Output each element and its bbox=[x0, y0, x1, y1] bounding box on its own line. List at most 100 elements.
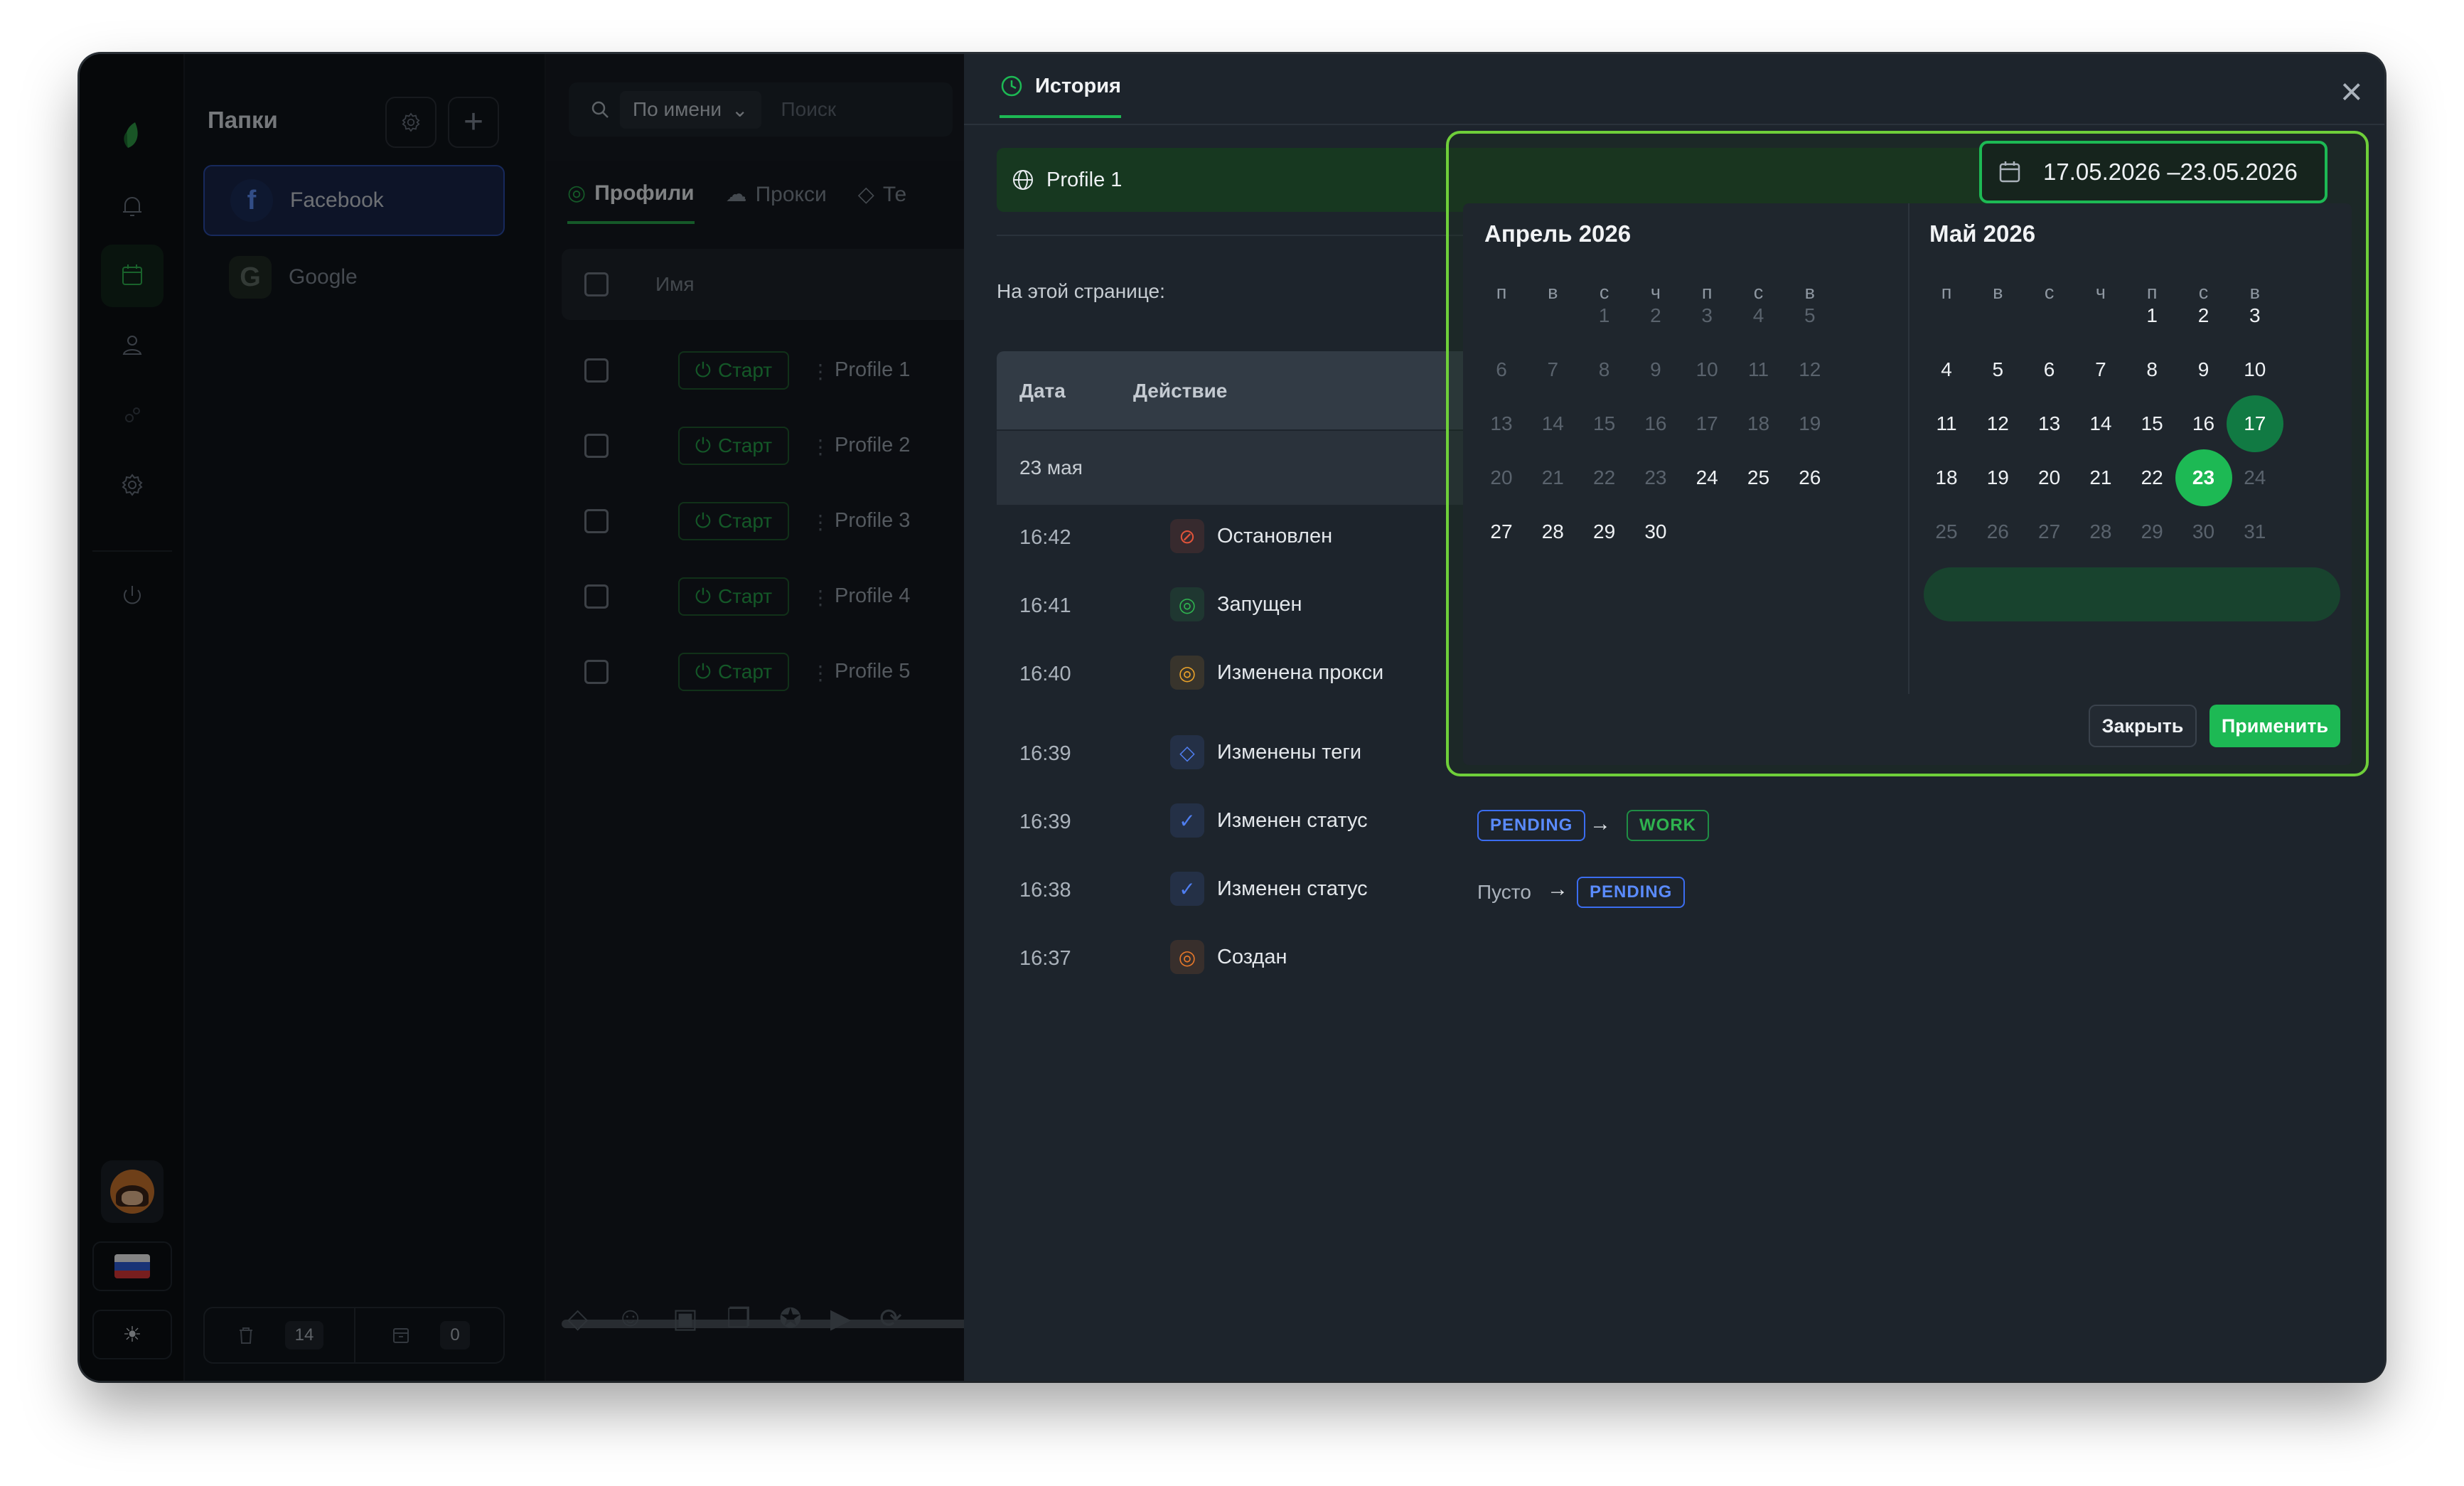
day-cell-april[interactable]: 9 bbox=[1627, 341, 1684, 398]
history-time: 16:39 bbox=[1019, 811, 1071, 833]
day-cell-april[interactable]: 16 bbox=[1627, 395, 1684, 452]
day-cell-may[interactable]: 18 bbox=[1918, 449, 1975, 506]
day-cell-april[interactable]: 7 bbox=[1524, 341, 1581, 398]
day-cell-may[interactable]: 11 bbox=[1918, 395, 1975, 452]
day-cell-may[interactable]: 3 bbox=[2227, 287, 2283, 344]
day-cell-may[interactable]: 20 bbox=[2021, 449, 2078, 506]
day-label: 23 мая bbox=[1019, 456, 1083, 479]
modal-overlay[interactable] bbox=[80, 54, 1044, 1381]
day-cell-april[interactable]: 12 bbox=[1782, 341, 1838, 398]
status-tag-pending: PENDING bbox=[1577, 877, 1686, 908]
day-cell-april[interactable]: 11 bbox=[1730, 341, 1787, 398]
history-action: ◎ Изменена прокси bbox=[1170, 656, 1383, 690]
day-cell-april[interactable]: 4 bbox=[1730, 287, 1787, 344]
day-cell-april[interactable]: 20 bbox=[1473, 449, 1530, 506]
day-cell-april[interactable]: 8 bbox=[1576, 341, 1633, 398]
day-cell-may[interactable]: 4 bbox=[1918, 341, 1975, 398]
day-cell-may[interactable]: 24 bbox=[2227, 449, 2283, 506]
day-cell-april[interactable]: 5 bbox=[1782, 287, 1838, 344]
day-cell-may[interactable]: 8 bbox=[2123, 341, 2180, 398]
weekday-label-right: ч bbox=[2095, 282, 2106, 303]
weekday-label-left: п bbox=[1496, 282, 1507, 303]
column-action: Действие bbox=[1133, 380, 1228, 402]
day-cell-may[interactable]: 29 bbox=[2123, 503, 2180, 560]
day-cell-may[interactable]: 13 bbox=[2021, 395, 2078, 452]
arrow-right-icon: → bbox=[1547, 877, 1568, 901]
weekday-label-right: с bbox=[2044, 282, 2055, 303]
day-cell-april[interactable]: 18 bbox=[1730, 395, 1787, 452]
day-cell-may[interactable]: 31 bbox=[2227, 503, 2283, 560]
history-tab-label: История bbox=[1035, 74, 1121, 97]
day-cell-april[interactable]: 26 bbox=[1782, 449, 1838, 506]
day-cell-april[interactable]: 3 bbox=[1678, 287, 1735, 344]
history-action-label: Изменена прокси bbox=[1217, 661, 1384, 684]
empty-status-label: Пусто bbox=[1477, 881, 1531, 903]
history-table-header: Дата Действие bbox=[997, 351, 1487, 429]
day-cell-may[interactable]: 10 bbox=[2227, 341, 2283, 398]
day-cell-april[interactable]: 6 bbox=[1473, 341, 1530, 398]
day-cell-april[interactable]: 10 bbox=[1678, 341, 1735, 398]
day-cell-may[interactable]: 21 bbox=[2072, 449, 2129, 506]
range-start-day[interactable]: 17 bbox=[2226, 395, 2283, 452]
globe-stop-icon: ⊘ bbox=[1170, 519, 1204, 553]
day-cell-may[interactable]: 7 bbox=[2072, 341, 2129, 398]
day-cell-april[interactable]: 30 bbox=[1627, 503, 1684, 560]
history-action: ◎ Создан bbox=[1170, 940, 1287, 974]
day-cell-april[interactable]: 22 bbox=[1576, 449, 1633, 506]
day-cell-april[interactable]: 28 bbox=[1524, 503, 1581, 560]
day-cell-april[interactable]: 13 bbox=[1473, 395, 1530, 452]
close-panel-button[interactable]: × bbox=[2340, 73, 2363, 111]
day-cell-may[interactable]: 14 bbox=[2072, 395, 2129, 452]
weekday-label-right: в bbox=[1993, 282, 2003, 303]
tab-history[interactable]: История bbox=[1000, 74, 1121, 118]
calendar-icon bbox=[1999, 161, 2020, 183]
day-cell-may[interactable]: 1 bbox=[2123, 287, 2180, 344]
day-cell-april[interactable]: 1 bbox=[1576, 287, 1633, 344]
date-range-value: 17.05.2026 –23.05.2026 bbox=[2043, 159, 2298, 185]
history-row: 16:37 ◎ Создан bbox=[997, 926, 1850, 994]
day-cell-may[interactable]: 26 bbox=[1969, 503, 2026, 560]
day-cell-may[interactable]: 25 bbox=[1918, 503, 1975, 560]
status-tag-work: WORK bbox=[1627, 810, 1709, 841]
right-month-title: Май 2026 bbox=[1929, 220, 2036, 247]
date-range-input[interactable]: 17.05.2026 –23.05.2026 bbox=[1979, 141, 2328, 203]
day-cell-april[interactable]: 2 bbox=[1627, 287, 1684, 344]
day-cell-may[interactable]: 2 bbox=[2175, 287, 2232, 344]
day-cell-april[interactable]: 29 bbox=[1576, 503, 1633, 560]
day-cell-may[interactable]: 19 bbox=[1969, 449, 2026, 506]
day-cell-april[interactable]: 24 bbox=[1678, 449, 1735, 506]
date-range-picker: 17.05.2026 –23.05.2026 Апрель 2026 Май 2… bbox=[1446, 131, 2369, 776]
day-cell-april[interactable]: 19 bbox=[1782, 395, 1838, 452]
day-cell-april[interactable]: 21 bbox=[1524, 449, 1581, 506]
on-page-label: На этой странице: bbox=[997, 280, 1165, 302]
day-cell-may[interactable]: 22 bbox=[2123, 449, 2180, 506]
day-cell-april[interactable]: 14 bbox=[1524, 395, 1581, 452]
column-date: Дата bbox=[1019, 380, 1066, 402]
day-cell-may[interactable]: 6 bbox=[2021, 341, 2078, 398]
day-cell-may[interactable]: 28 bbox=[2072, 503, 2129, 560]
range-end-day[interactable]: 23 bbox=[2175, 449, 2232, 506]
day-cell-april[interactable]: 23 bbox=[1627, 449, 1684, 506]
calendar-apply-button[interactable]: Применить bbox=[2209, 705, 2340, 747]
day-cell-may[interactable]: 9 bbox=[2175, 341, 2232, 398]
day-cell-april[interactable]: 15 bbox=[1576, 395, 1633, 452]
day-cell-april[interactable]: 17 bbox=[1678, 395, 1735, 452]
day-cell-april[interactable]: 27 bbox=[1473, 503, 1530, 560]
history-row: 16:39 ✓ Изменен статус bbox=[997, 789, 1850, 857]
day-cell-may[interactable]: 30 bbox=[2175, 503, 2232, 560]
history-action-label: Создан bbox=[1217, 945, 1287, 968]
day-cell-may[interactable]: 15 bbox=[2123, 395, 2180, 452]
weekday-label-left: в bbox=[1548, 282, 1558, 303]
day-cell-may[interactable]: 12 bbox=[1969, 395, 2026, 452]
day-cell-may[interactable]: 5 bbox=[1969, 341, 2026, 398]
month-divider bbox=[1908, 203, 1909, 694]
day-cell-may[interactable]: 27 bbox=[2021, 503, 2078, 560]
left-month-title: Апрель 2026 bbox=[1484, 220, 1632, 247]
calendar-close-button[interactable]: Закрыть bbox=[2089, 705, 2197, 747]
check-circle-icon: ✓ bbox=[1170, 803, 1204, 838]
day-cell-april[interactable]: 25 bbox=[1730, 449, 1787, 506]
history-action: ⊘ Остановлен bbox=[1170, 519, 1332, 553]
close-icon: × bbox=[2340, 70, 2363, 113]
weekday-label-right: п bbox=[1941, 282, 1952, 303]
day-cell-may[interactable]: 16 bbox=[2175, 395, 2232, 452]
